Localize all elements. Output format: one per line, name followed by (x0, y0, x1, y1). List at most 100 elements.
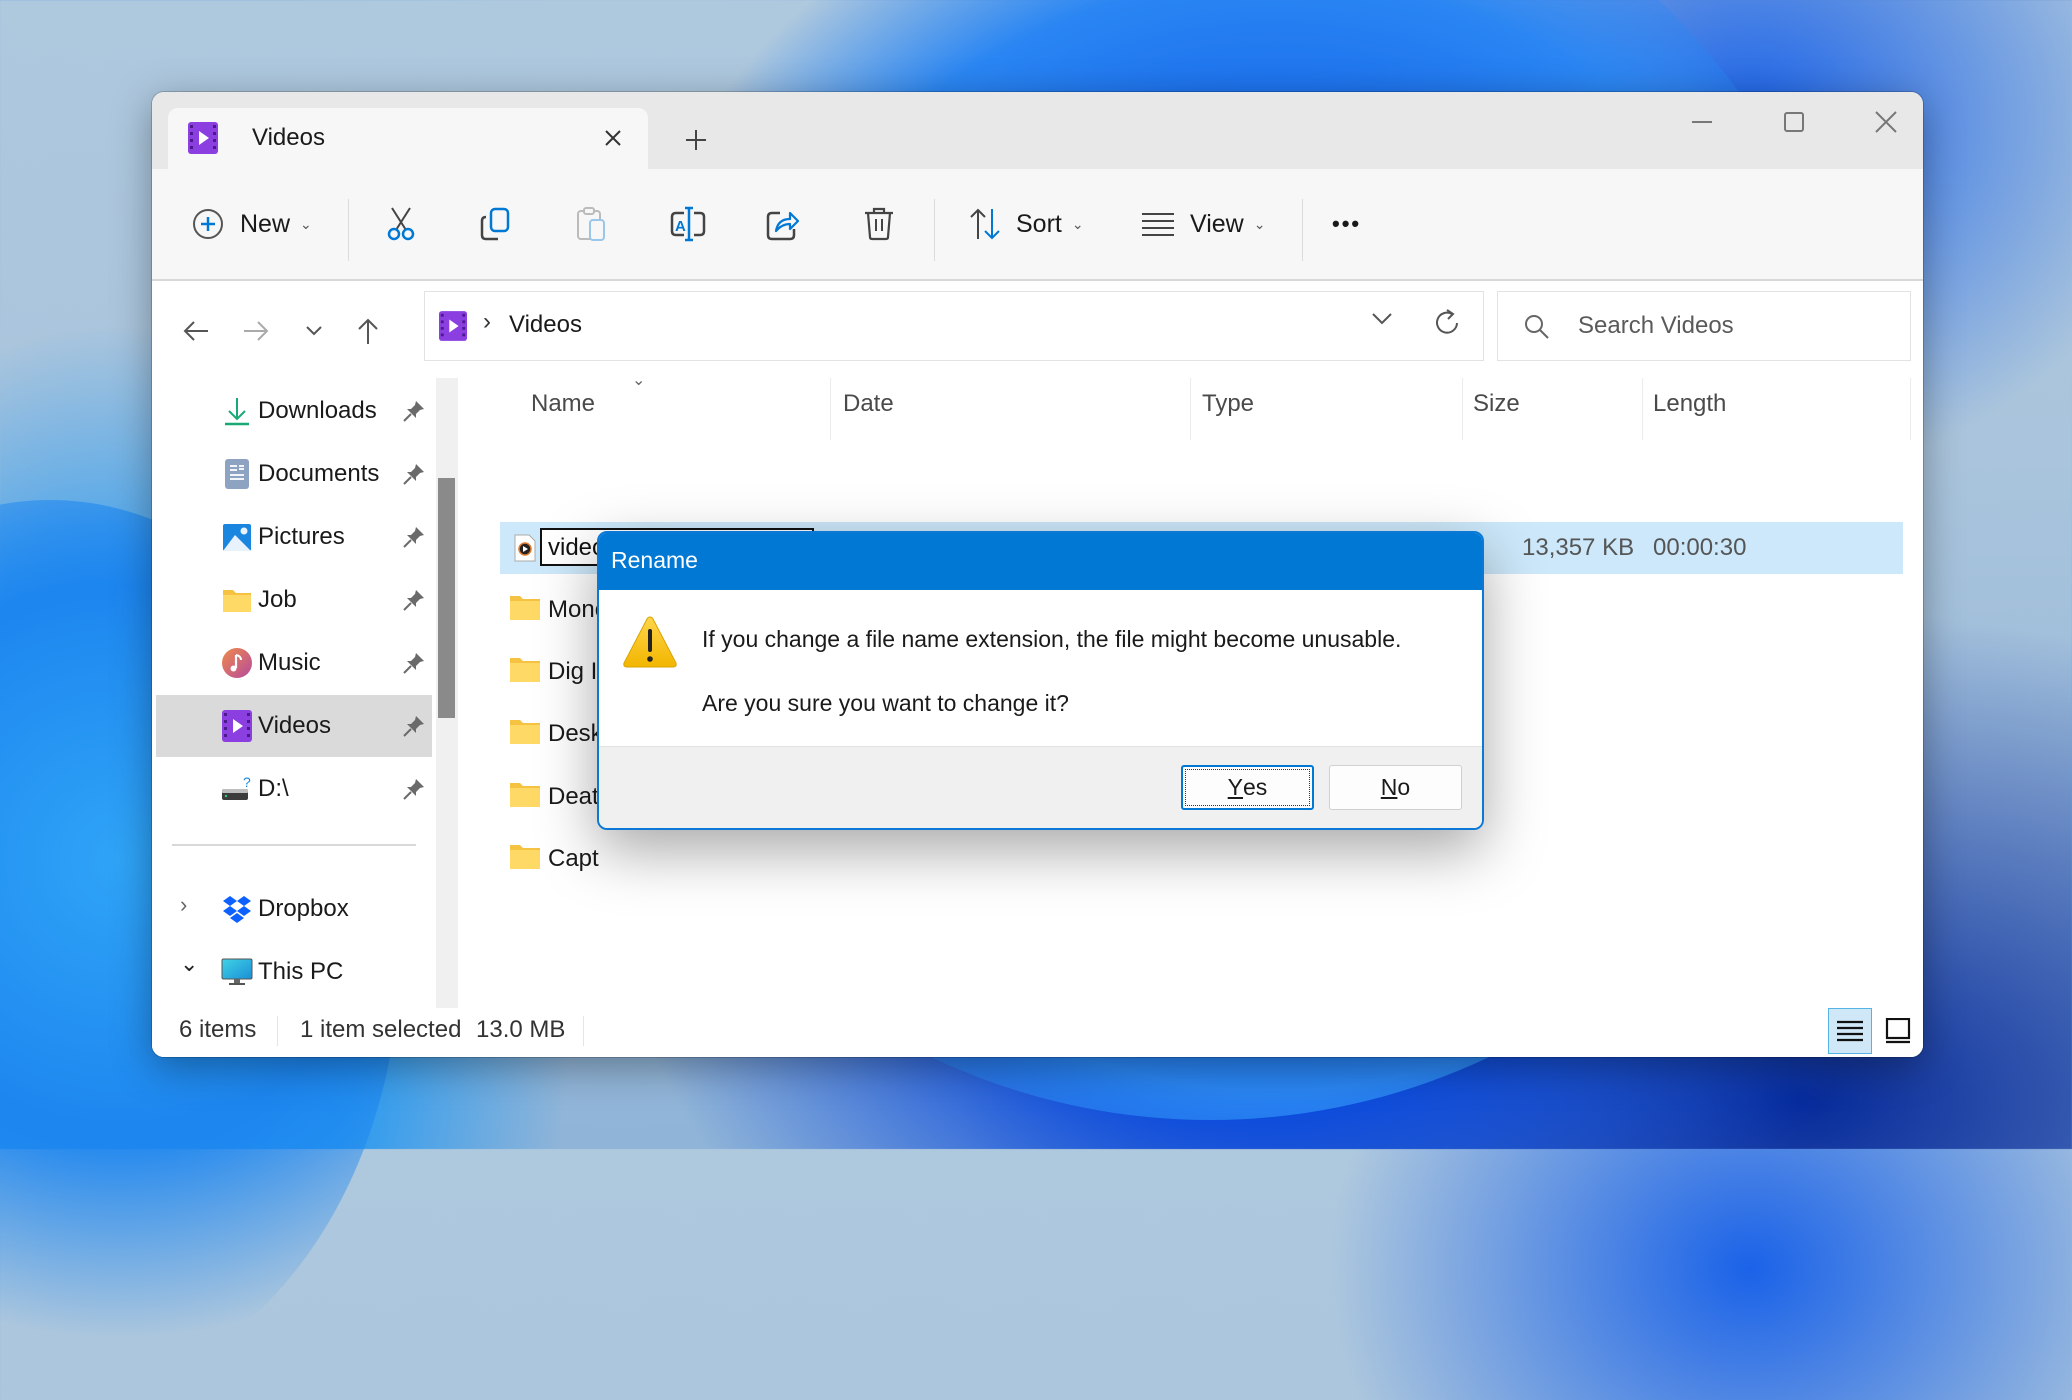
rename-button[interactable]: A (670, 197, 706, 251)
column-header-type[interactable]: Type (1202, 390, 1254, 418)
address-history-button[interactable] (1371, 312, 1393, 331)
delete-button[interactable] (864, 197, 894, 251)
sidebar-item-music[interactable]: Music (156, 632, 432, 694)
svg-text:A: A (675, 218, 686, 235)
column-header-date[interactable]: Date (843, 390, 894, 418)
sidebar-item-job[interactable]: Job (156, 569, 432, 631)
breadcrumb-chevron-icon[interactable]: › (483, 308, 491, 336)
share-button[interactable] (766, 197, 800, 251)
sidebar-scrollbar-thumb[interactable] (438, 478, 455, 718)
rename-icon: A (670, 206, 706, 242)
search-icon (1525, 315, 1549, 339)
minimize-icon (1692, 121, 1712, 123)
tiles-view-button[interactable] (1876, 1008, 1920, 1054)
up-button[interactable] (346, 309, 390, 353)
column-header-length[interactable]: Length (1653, 390, 1726, 418)
minimize-button[interactable] (1656, 92, 1748, 152)
music-icon (222, 648, 252, 678)
breadcrumb-videos[interactable]: Videos (509, 311, 582, 339)
column-header-name[interactable]: Name (531, 390, 595, 418)
no-button[interactable]: No (1329, 765, 1462, 810)
selection-count: 1 item selected (300, 1016, 462, 1043)
chevron-down-icon: ⌄ (300, 215, 312, 232)
new-button[interactable]: New ⌄ (192, 197, 312, 251)
paste-icon (577, 207, 605, 241)
new-tab-button[interactable] (674, 118, 718, 162)
sort-icon (970, 208, 1000, 240)
cut-button[interactable] (384, 197, 418, 251)
column-divider[interactable] (1190, 378, 1191, 440)
yes-accelerator: Y (1227, 774, 1244, 800)
column-divider[interactable] (1462, 378, 1463, 440)
sidebar-item-dropbox[interactable]: › Dropbox (156, 878, 432, 940)
navigation-pane: Downloads Documents Pictures Job Music V… (152, 378, 442, 985)
copy-icon (480, 207, 510, 241)
view-button[interactable]: View ⌄ (1142, 197, 1265, 251)
pin-icon[interactable] (402, 651, 426, 675)
chevron-down-icon (306, 326, 322, 336)
dialog-footer: Yes No (599, 746, 1482, 828)
up-arrow-icon (358, 318, 378, 344)
column-divider[interactable] (1910, 378, 1911, 440)
pin-icon[interactable] (402, 399, 426, 423)
address-bar[interactable]: › Videos (424, 291, 1484, 361)
chevron-down-icon (1372, 313, 1392, 325)
yes-button[interactable]: Yes (1181, 765, 1314, 810)
details-view-button[interactable] (1828, 1008, 1872, 1054)
close-button[interactable] (1840, 92, 1923, 152)
command-bar: New ⌄ A Sort ⌄ View ⌄ ••• (152, 169, 1923, 281)
column-divider[interactable] (830, 378, 831, 440)
sort-button[interactable]: Sort ⌄ (968, 197, 1084, 251)
column-header-size[interactable]: Size (1473, 390, 1520, 418)
sidebar-item-this-pc[interactable]: ⌄ This PC (156, 941, 432, 1003)
this-pc-icon (221, 958, 253, 985)
dialog-title-bar[interactable]: Rename (599, 533, 1482, 590)
sidebar-label: This PC (258, 958, 344, 985)
pin-icon[interactable] (402, 588, 426, 612)
sidebar-item-downloads[interactable]: Downloads (156, 380, 432, 442)
collapse-chevron-icon[interactable]: ⌄ (180, 951, 198, 977)
pictures-icon (223, 524, 251, 551)
back-arrow-icon (183, 321, 208, 341)
back-button[interactable] (174, 309, 218, 353)
pin-icon[interactable] (402, 525, 426, 549)
new-label: New (240, 209, 291, 238)
folder-icon (510, 845, 540, 869)
video-file-icon (514, 534, 536, 562)
copy-button[interactable] (480, 197, 512, 251)
file-row[interactable]: Capt (500, 833, 1903, 885)
sidebar-item-documents[interactable]: Documents (156, 443, 432, 505)
status-bar: 6 items 1 item selected 13.0 MB (152, 1008, 1923, 1057)
cut-icon (387, 207, 415, 241)
cell-length: 00:00:30 (1653, 534, 1747, 561)
drive-icon: ? (222, 774, 251, 800)
no-accelerator: N (1380, 774, 1398, 800)
pin-icon[interactable] (402, 462, 426, 486)
pin-icon[interactable] (402, 714, 426, 738)
column-divider[interactable] (1642, 378, 1643, 440)
cell-size: 13,357 KB (1522, 534, 1635, 561)
yes-label: es (1243, 774, 1268, 800)
folder-icon (223, 590, 251, 612)
videos-icon (439, 311, 467, 341)
sidebar-item-pictures[interactable]: Pictures (156, 506, 432, 568)
tab-videos[interactable]: Videos (168, 108, 648, 169)
sidebar-label: Downloads (258, 397, 377, 424)
dropbox-icon (223, 896, 251, 923)
refresh-button[interactable] (1433, 308, 1461, 343)
pin-icon[interactable] (402, 777, 426, 801)
tab-close-icon[interactable] (593, 118, 633, 158)
forward-button[interactable] (234, 309, 278, 353)
warning-icon (623, 616, 677, 668)
expand-chevron-icon[interactable]: › (180, 892, 187, 918)
sidebar-item-videos[interactable]: Videos (156, 695, 432, 757)
maximize-button[interactable] (1748, 92, 1840, 152)
folder-icon (510, 658, 540, 682)
more-options-button[interactable]: ••• (1332, 197, 1361, 251)
item-count: 6 items (179, 1016, 257, 1043)
recent-locations-button[interactable] (292, 309, 336, 353)
paste-button[interactable] (576, 197, 608, 251)
search-box[interactable]: Search Videos (1497, 291, 1911, 361)
view-icon (1142, 213, 1174, 236)
sidebar-item-drive-d[interactable]: ? D:\ (156, 758, 432, 820)
